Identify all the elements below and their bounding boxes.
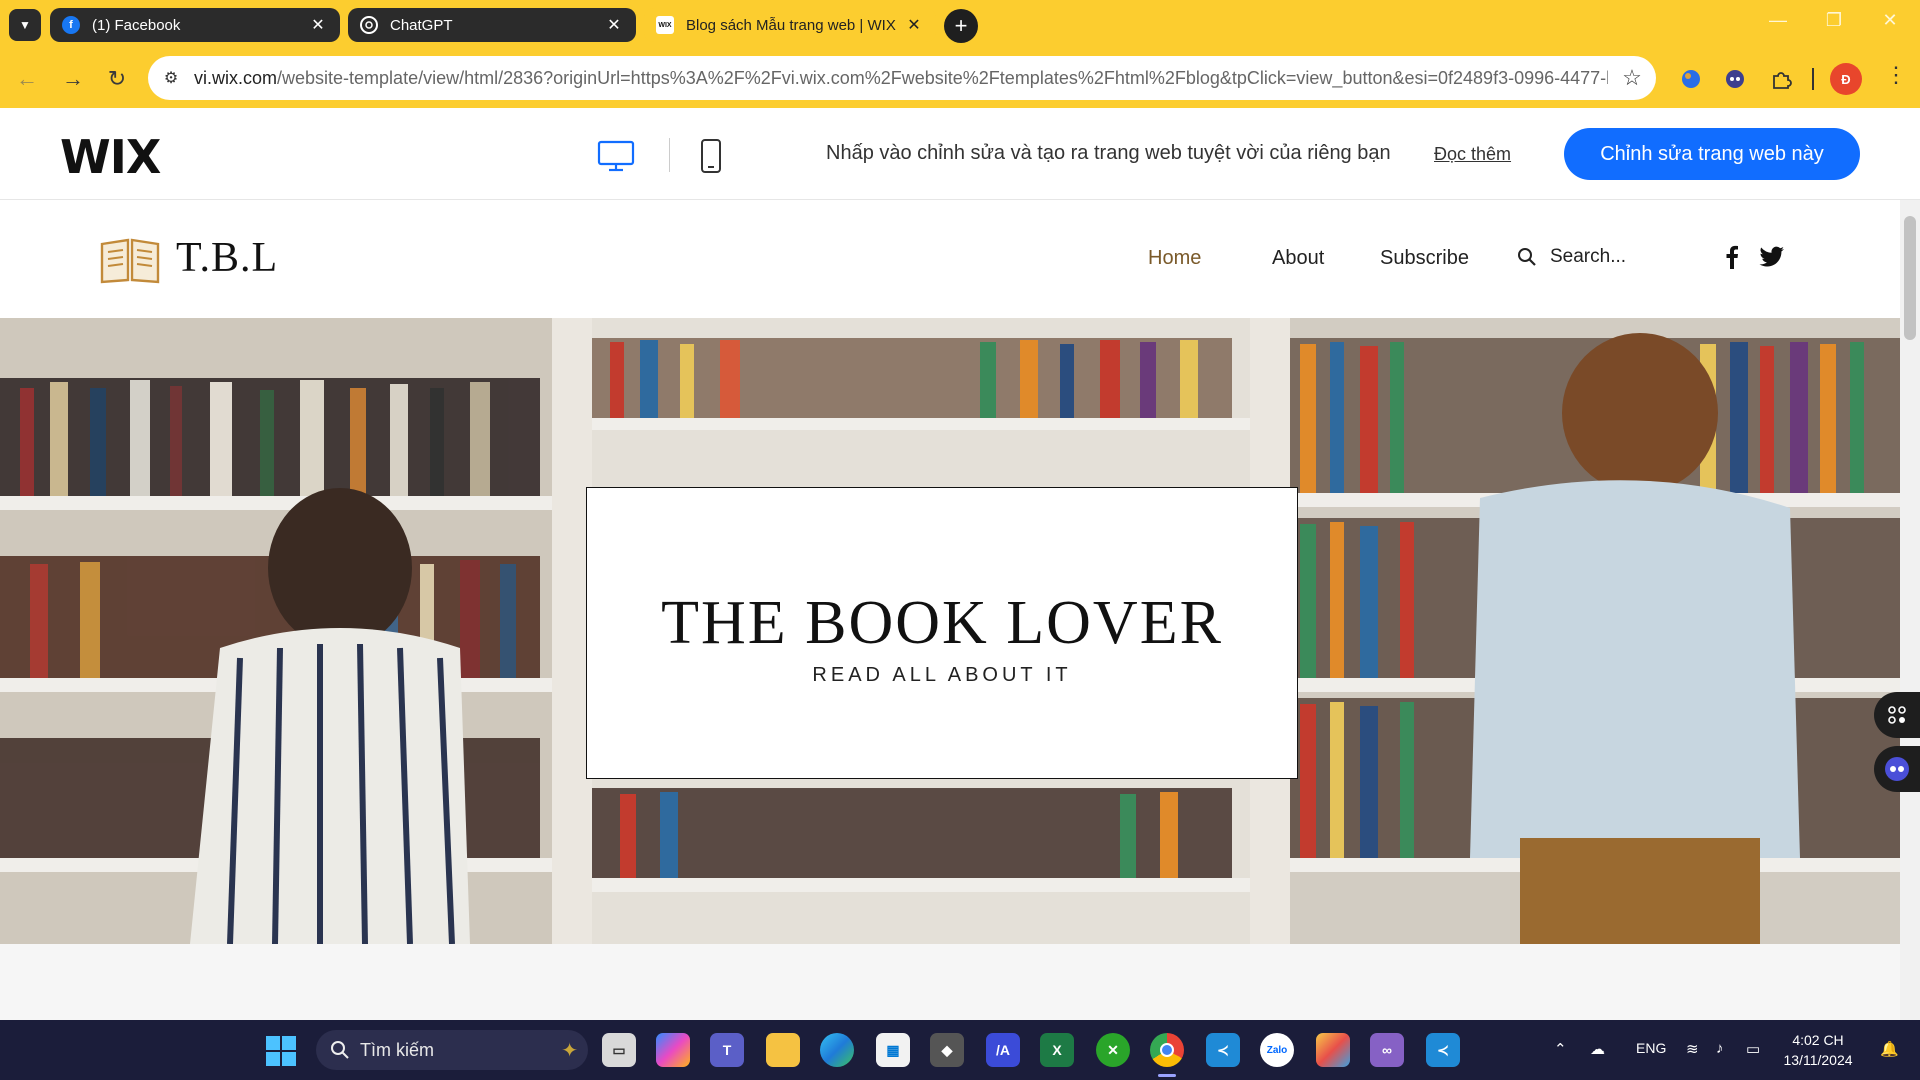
excel-icon[interactable]: X	[1040, 1033, 1074, 1067]
xbox-icon[interactable]: ✕	[1096, 1033, 1130, 1067]
clock-date: 13/11/2024	[1783, 1052, 1853, 1068]
facebook-icon[interactable]	[1718, 242, 1746, 272]
search-placeholder: Search...	[1550, 246, 1627, 267]
chatgpt-favicon-icon	[360, 16, 378, 34]
app-icon[interactable]: /A	[986, 1033, 1020, 1067]
restore-icon[interactable]: ❐	[1814, 10, 1854, 31]
copilot-icon[interactable]	[656, 1033, 690, 1067]
forward-icon[interactable]: →	[56, 62, 90, 96]
show-hidden-icons-icon[interactable]: ⌃	[1554, 1040, 1567, 1058]
tab-title: Blog sách Mẫu trang web | WIX	[686, 16, 896, 34]
facebook-favicon-icon: f	[62, 16, 80, 34]
url-text[interactable]: vi.wix.com/website-template/view/html/28…	[194, 68, 1608, 89]
close-tab-icon[interactable]: ✕	[604, 15, 624, 35]
extension-blue-icon[interactable]	[1676, 64, 1706, 94]
site-settings-icon[interactable]: ⚙	[148, 68, 194, 88]
url-path: /website-template/view/html/2836?originU…	[277, 67, 1608, 88]
taskbar-search[interactable]: Tìm kiếm ✦	[316, 1030, 588, 1070]
task-view-icon[interactable]: ▭	[602, 1033, 636, 1067]
edge-icon[interactable]	[820, 1033, 854, 1067]
robot-icon	[1885, 757, 1909, 781]
wifi-icon[interactable]: ≋	[1686, 1040, 1699, 1058]
template-site: T.B.L Home About Subscribe Search... THE…	[0, 200, 1900, 1020]
volume-icon[interactable]: ♪	[1716, 1040, 1724, 1057]
mobile-view-icon[interactable]	[691, 136, 731, 176]
taskbar-clock[interactable]: 4:02 CH 13/11/2024	[1770, 1030, 1866, 1070]
search-icon	[1518, 248, 1536, 266]
start-windows-icon[interactable]	[266, 1036, 296, 1066]
wix-preview-bar: WIX Nhấp vào chỉnh sửa và tạo ra trang w…	[0, 108, 1920, 200]
nav-home[interactable]: Home	[1148, 247, 1201, 270]
grid-icon	[1888, 706, 1906, 724]
reload-icon[interactable]: ↻	[100, 62, 134, 96]
wix-logo[interactable]: WIX	[60, 130, 161, 184]
notification-bell-icon[interactable]: 🔔	[1880, 1040, 1899, 1058]
store-icon[interactable]: ▦	[876, 1033, 910, 1067]
wix-favicon-icon: WIX	[656, 16, 674, 34]
nav-subscribe[interactable]: Subscribe	[1380, 247, 1469, 270]
open-book-icon	[100, 238, 160, 284]
site-brand-name[interactable]: T.B.L	[176, 234, 278, 282]
browser-menu-icon[interactable]: ⋮	[1884, 62, 1908, 88]
chrome-icon[interactable]	[1150, 1033, 1184, 1067]
battery-icon[interactable]: ▭	[1746, 1040, 1760, 1058]
tab-chatgpt[interactable]: ChatGPT ✕	[348, 8, 636, 42]
extension-robot-icon[interactable]	[1720, 64, 1750, 94]
url-host: vi.wix.com	[194, 67, 278, 88]
scrollbar-thumb[interactable]	[1904, 216, 1916, 340]
desktop-view-icon[interactable]	[596, 136, 636, 176]
close-tab-icon[interactable]: ✕	[904, 15, 924, 35]
browser-tab-strip: ▼ f (1) Facebook ✕ ChatGPT ✕ WIX Blog sá…	[0, 0, 1920, 50]
clock-time: 4:02 CH	[1792, 1032, 1844, 1048]
windows-taskbar: Tìm kiếm ✦ ▭ T ▦ ◆ /A X ✕ ≺ Zalo ∞ ≺ ⌃ ☁…	[0, 1020, 1920, 1080]
extensions-puzzle-icon[interactable]	[1766, 64, 1796, 94]
screen: ▼ f (1) Facebook ✕ ChatGPT ✕ WIX Blog sá…	[0, 0, 1920, 1080]
twitter-icon[interactable]	[1758, 242, 1786, 272]
vscode-icon[interactable]: ≺	[1426, 1033, 1460, 1067]
back-icon[interactable]: ←	[10, 62, 44, 96]
zalo-icon[interactable]: Zalo	[1260, 1033, 1294, 1067]
onedrive-icon[interactable]: ☁	[1590, 1040, 1605, 1058]
language-indicator[interactable]: ENG	[1636, 1040, 1666, 1056]
hero-title: THE BOOK LOVER	[661, 589, 1223, 657]
profile-avatar[interactable]: Đ	[1830, 63, 1862, 95]
unity-icon[interactable]: ◆	[930, 1033, 964, 1067]
tab-title: ChatGPT	[390, 16, 453, 34]
search-icon	[331, 1041, 349, 1059]
browser-toolbar: ← → ↻ ⚙ vi.wix.com/website-template/view…	[0, 50, 1920, 108]
apps-widget-button[interactable]	[1874, 692, 1920, 738]
toolbar-divider	[1812, 68, 1814, 90]
bookmark-star-icon[interactable]: ☆	[1608, 65, 1656, 91]
content-area	[0, 944, 1900, 1020]
assistant-widget-button[interactable]	[1874, 746, 1920, 792]
hero-section: THE BOOK LOVER READ ALL ABOUT IT	[0, 318, 1900, 944]
tab-title: (1) Facebook	[92, 16, 181, 34]
address-bar[interactable]: ⚙ vi.wix.com/website-template/view/html/…	[148, 56, 1656, 100]
site-header: T.B.L Home About Subscribe Search...	[0, 200, 1900, 318]
teams-icon[interactable]: T	[710, 1033, 744, 1067]
chrome-active-indicator	[1158, 1074, 1176, 1077]
edit-site-button[interactable]: Chỉnh sửa trang web này	[1564, 128, 1860, 180]
read-more-link[interactable]: Đọc thêm	[1434, 144, 1511, 165]
nav-about[interactable]: About	[1272, 247, 1324, 270]
close-window-icon[interactable]: ✕	[1870, 10, 1910, 31]
site-search[interactable]: Search...	[1516, 246, 1626, 268]
hero-title-card: THE BOOK LOVER READ ALL ABOUT IT	[586, 487, 1298, 779]
hero-subtitle: READ ALL ABOUT IT	[812, 664, 1072, 686]
file-explorer-icon[interactable]	[766, 1033, 800, 1067]
search-highlight-icon: ✦	[561, 1039, 578, 1062]
close-tab-icon[interactable]: ✕	[308, 15, 328, 35]
wix-promo-message: Nhấp vào chỉnh sửa và tạo ra trang web t…	[826, 142, 1391, 164]
vscode-icon[interactable]: ≺	[1206, 1033, 1240, 1067]
tab-wix-blog[interactable]: WIX Blog sách Mẫu trang web | WIX ✕	[644, 8, 936, 42]
visual-studio-icon[interactable]: ∞	[1370, 1033, 1404, 1067]
minimize-icon[interactable]: —	[1758, 10, 1798, 31]
new-tab-button[interactable]: +	[944, 9, 978, 43]
tab-search-button[interactable]: ▼	[9, 9, 41, 41]
taskbar-search-label: Tìm kiếm	[360, 1039, 434, 1060]
paint-icon[interactable]	[1316, 1033, 1350, 1067]
tab-facebook[interactable]: f (1) Facebook ✕	[50, 8, 340, 42]
device-separator	[669, 138, 670, 172]
